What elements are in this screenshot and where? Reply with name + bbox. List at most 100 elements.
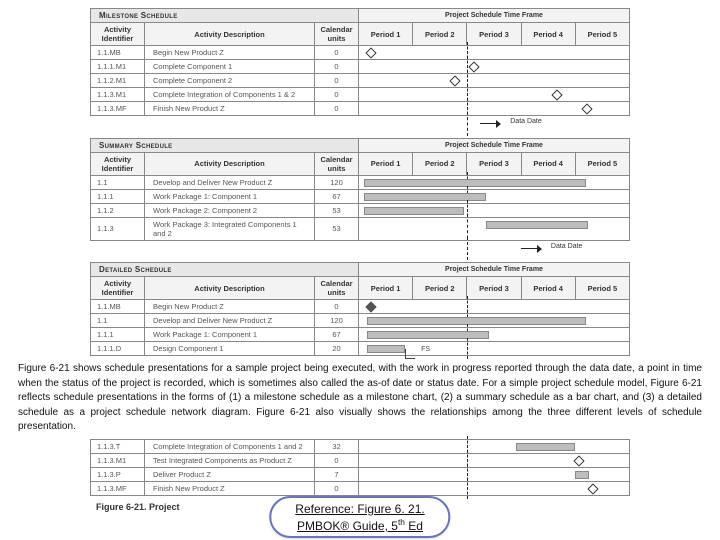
cell-id: 1.1.2.M1 xyxy=(91,74,145,88)
col-period: Period 4 xyxy=(521,152,575,175)
col-period: Period 3 xyxy=(467,277,521,300)
table-row: 1.1.1.DDesign Component 120FS xyxy=(91,342,630,356)
table-row: 1.1.MBBegin New Product Z0 xyxy=(91,46,630,60)
cell-units: 120 xyxy=(315,175,359,189)
detailed-table-bottom: 1.1.3.TComplete Integration of Component… xyxy=(90,439,630,496)
milestone-diamond-icon xyxy=(468,61,479,72)
cell-gantt xyxy=(359,88,630,102)
table-row: 1.1.2Work Package 2: Component 253 xyxy=(91,203,630,217)
cell-id: 1.1.3.T xyxy=(91,439,145,453)
cell-id: 1.1.1 xyxy=(91,189,145,203)
cell-gantt xyxy=(359,203,630,217)
gantt-bar xyxy=(575,471,589,479)
cell-desc: Complete Integration of Components 1 and… xyxy=(145,439,315,453)
col-cal-units: Calendar units xyxy=(315,23,359,46)
cell-desc: Work Package 1: Component 1 xyxy=(145,328,315,342)
data-date-label: Data Date xyxy=(551,243,583,250)
cell-desc: Complete Integration of Components 1 & 2 xyxy=(145,88,315,102)
timeframe-header: Project Schedule Time Frame xyxy=(359,263,630,277)
cell-gantt xyxy=(359,467,630,481)
cell-id: 1.1.3.M1 xyxy=(91,88,145,102)
schedule-figure: Milestone Schedule Project Schedule Time… xyxy=(90,8,630,356)
cell-gantt xyxy=(359,102,630,116)
col-activity-desc: Activity Description xyxy=(145,152,315,175)
cell-id: 1.1.2 xyxy=(91,203,145,217)
cell-id: 1.1.MB xyxy=(91,300,145,314)
gantt-bar xyxy=(364,207,464,215)
table-row: 1.1.3.PDeliver Product Z7 xyxy=(91,467,630,481)
table-row: 1.1.3.MFFinish New Product Z0 xyxy=(91,481,630,495)
cell-desc: Begin New Product Z xyxy=(145,46,315,60)
reference-sup: th xyxy=(398,517,405,527)
timeframe-header: Project Schedule Time Frame xyxy=(359,9,630,23)
col-period: Period 4 xyxy=(521,23,575,46)
cell-id: 1.1.3.MF xyxy=(91,481,145,495)
gantt-bar xyxy=(367,317,586,325)
timeframe-header: Project Schedule Time Frame xyxy=(359,138,630,152)
col-period: Period 5 xyxy=(575,23,629,46)
milestone-title: Milestone Schedule xyxy=(91,9,359,23)
reference-line2a: PMBOK® Guide, 5 xyxy=(297,519,398,533)
cell-desc: Complete Component 1 xyxy=(145,60,315,74)
cell-desc: Work Package 1: Component 1 xyxy=(145,189,315,203)
cell-units: 20 xyxy=(315,342,359,356)
col-activity-id: Activity Identifier xyxy=(91,23,145,46)
cell-gantt xyxy=(359,314,630,328)
cell-id: 1.1.1.M1 xyxy=(91,60,145,74)
cell-id: 1.1.3.M1 xyxy=(91,453,145,467)
cell-gantt xyxy=(359,481,630,495)
col-activity-id: Activity Identifier xyxy=(91,277,145,300)
cell-desc: Test Integrated Components as Product Z xyxy=(145,453,315,467)
col-period: Period 3 xyxy=(467,23,521,46)
cell-units: 120 xyxy=(315,314,359,328)
table-row: 1.1Develop and Deliver New Product Z120 xyxy=(91,314,630,328)
cell-units: 0 xyxy=(315,74,359,88)
cell-units: 67 xyxy=(315,189,359,203)
cell-id: 1.1 xyxy=(91,314,145,328)
cell-units: 0 xyxy=(315,481,359,495)
gantt-bar xyxy=(367,331,489,339)
table-row: 1.1.1Work Package 1: Component 167 xyxy=(91,328,630,342)
figure-caption-text: Figure 6-21 shows schedule presentations… xyxy=(18,362,702,435)
summary-title: Summary Schedule xyxy=(91,138,359,152)
milestone-diamond-icon xyxy=(365,47,376,58)
table-row: 1.1.1.M1Complete Component 10 xyxy=(91,60,630,74)
cell-units: 67 xyxy=(315,328,359,342)
cell-units: 0 xyxy=(315,60,359,74)
cell-id: 1.1.1 xyxy=(91,328,145,342)
cell-desc: Design Component 1 xyxy=(145,342,315,356)
cell-units: 53 xyxy=(315,203,359,217)
cell-units: 0 xyxy=(315,102,359,116)
cell-gantt xyxy=(359,300,630,314)
cell-desc: Work Package 3: Integrated Components 1 … xyxy=(145,217,315,240)
reference-line2b: Ed xyxy=(405,519,423,533)
cell-gantt xyxy=(359,217,630,240)
table-row: 1.1.3Work Package 3: Integrated Componen… xyxy=(91,217,630,240)
col-period: Period 2 xyxy=(413,277,467,300)
gantt-bar xyxy=(364,179,585,187)
cell-id: 1.1.MB xyxy=(91,46,145,60)
col-activity-id: Activity Identifier xyxy=(91,152,145,175)
cell-gantt xyxy=(359,453,630,467)
col-period: Period 1 xyxy=(359,277,413,300)
gantt-bar xyxy=(367,345,405,353)
cell-id: 1.1 xyxy=(91,175,145,189)
gantt-bar xyxy=(516,443,575,451)
col-period: Period 1 xyxy=(359,152,413,175)
reference-line1: Reference: Figure 6. 21. xyxy=(295,502,424,516)
cell-gantt xyxy=(359,74,630,88)
cell-desc: Work Package 2: Component 2 xyxy=(145,203,315,217)
dependency-link-icon xyxy=(405,349,415,359)
cell-units: 0 xyxy=(315,46,359,60)
cell-id: 1.1.3.P xyxy=(91,467,145,481)
detailed-title: Detailed Schedule xyxy=(91,263,359,277)
table-row: 1.1Develop and Deliver New Product Z120 xyxy=(91,175,630,189)
cell-desc: Finish New Product Z xyxy=(145,481,315,495)
reference-callout: Reference: Figure 6. 21. PMBOK® Guide, 5… xyxy=(269,496,450,538)
cell-id: 1.1.3.MF xyxy=(91,102,145,116)
gantt-bar xyxy=(486,221,589,229)
col-activity-desc: Activity Description xyxy=(145,23,315,46)
cell-gantt xyxy=(359,328,630,342)
col-period: Period 1 xyxy=(359,23,413,46)
col-period: Period 5 xyxy=(575,152,629,175)
